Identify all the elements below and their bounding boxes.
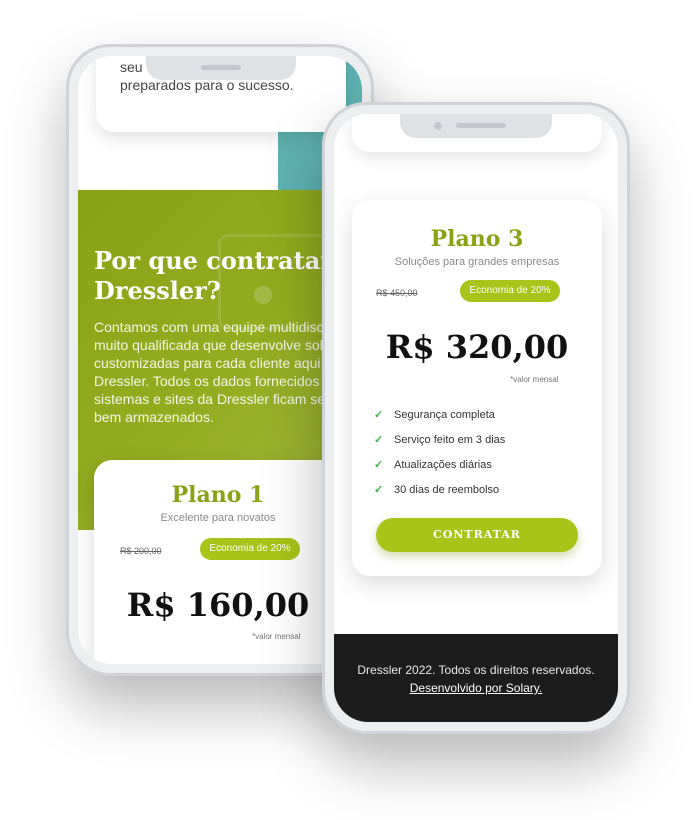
- feature-item: ✓ 30 dias de reembolso: [374, 484, 500, 496]
- plan-subtitle: Excelente para novatos: [160, 512, 276, 524]
- old-price: R$ 450,00: [376, 288, 418, 298]
- phone-screen: seu preparados para o sucesso. Por que co…: [78, 56, 362, 664]
- copyright-text: Dressler 2022. Todos os direitos reserva…: [357, 663, 595, 677]
- phone-mockup-right: Plano 3 Soluções para grandes empresas R…: [322, 102, 630, 734]
- discount-badge: Economia de 20%: [460, 280, 560, 302]
- feature-item: ✓ Atualizações diárias: [374, 459, 492, 471]
- site-footer: Dressler 2022. Todos os direitos reserva…: [334, 634, 618, 722]
- footer-text: Dressler 2022. Todos os direitos reserva…: [344, 661, 608, 697]
- price-note: *valor mensal: [252, 632, 301, 641]
- phone-notch: [146, 56, 296, 80]
- why-title: Por que contratar Dressler?: [94, 246, 333, 305]
- feature-item: ✓ Segurança completa: [374, 409, 495, 421]
- plan-card-3: Plano 3 Soluções para grandes empresas R…: [352, 200, 602, 576]
- speaker-icon: [201, 65, 241, 70]
- check-icon: ✓: [374, 409, 384, 421]
- plan-card-1: Plano 1 Excelente para novatos R$ 200,00…: [94, 460, 342, 664]
- discount-badge: Economia de 20%: [200, 538, 300, 560]
- speaker-icon: [456, 123, 506, 128]
- plan-title: Plano 3: [430, 226, 524, 252]
- check-icon: ✓: [374, 434, 384, 446]
- check-icon: ✓: [374, 459, 384, 471]
- contratar-button[interactable]: CONTRATAR: [376, 518, 578, 552]
- plan-subtitle: Soluções para grandes empresas: [394, 256, 560, 268]
- feature-item: ✓ Serviço feito em 3 dias: [374, 434, 506, 446]
- plan-price: R$ 320,00: [385, 328, 569, 366]
- developer-link[interactable]: Desenvolvido por Solary.: [410, 681, 543, 695]
- old-price: R$ 200,00: [120, 546, 162, 556]
- plan-title: Plano 1: [171, 482, 265, 508]
- plan-price: R$ 160,00: [126, 586, 310, 624]
- phone-notch: [400, 114, 552, 138]
- check-icon: ✓: [374, 484, 384, 496]
- phone-screen: Plano 3 Soluções para grandes empresas R…: [334, 114, 618, 722]
- price-note: *valor mensal: [510, 375, 559, 384]
- camera-icon: [434, 122, 442, 130]
